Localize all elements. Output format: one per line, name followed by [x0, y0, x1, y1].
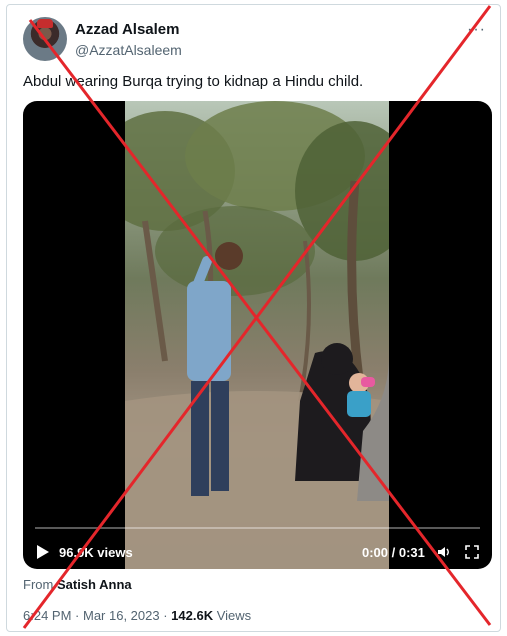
fact-check-cross-overlay [22, 5, 492, 629]
